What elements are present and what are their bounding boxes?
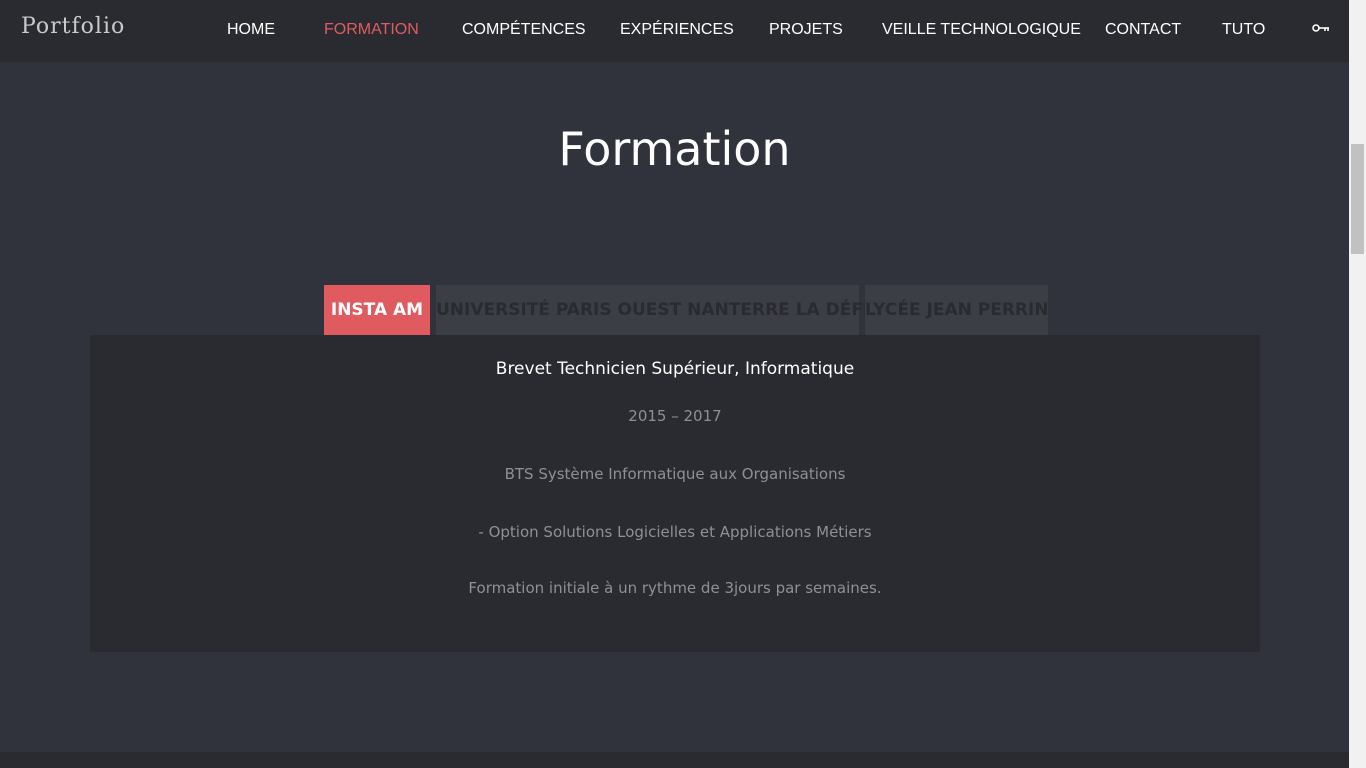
page-scrollbar[interactable] xyxy=(1349,0,1366,768)
nav-experiences[interactable]: EXPÉRIENCES xyxy=(620,21,734,39)
brand-logo[interactable]: Portfolio xyxy=(21,14,125,39)
tab-universite-paris-ouest[interactable]: UNIVERSITÉ PARIS OUEST NANTERRE LA DÉFEN… xyxy=(436,285,913,335)
tab-insta-am[interactable]: INSTA AM xyxy=(324,285,430,335)
nav-competences[interactable]: COMPÉTENCES xyxy=(462,21,586,39)
nav-veille-technologique[interactable]: VEILLE TECHNOLOGIQUE xyxy=(882,21,1081,39)
page-title: Formation xyxy=(558,122,791,176)
top-navbar: Portfolio HOME FORMATION COMPÉTENCES EXP… xyxy=(0,0,1349,62)
footer-strip xyxy=(0,752,1349,768)
scrollbar-thumb[interactable] xyxy=(1351,144,1364,254)
nav-formation[interactable]: FORMATION xyxy=(324,21,419,39)
formation-description-1: BTS Système Informatique aux Organisatio… xyxy=(504,465,846,483)
formation-heading: Brevet Technicien Supérieur, Informatiqu… xyxy=(495,359,855,379)
tab-lycee-jean-perrin[interactable]: LYCÉE JEAN PERRIN xyxy=(865,285,1049,335)
key-icon[interactable] xyxy=(1312,22,1332,36)
nav-contact[interactable]: CONTACT xyxy=(1105,21,1181,39)
nav-tuto[interactable]: TUTO xyxy=(1222,21,1265,39)
formation-description-3: Formation initiale à un rythme de 3jours… xyxy=(468,579,882,597)
nav-projets[interactable]: PROJETS xyxy=(769,21,843,39)
formation-dates: 2015 – 2017 xyxy=(628,407,722,425)
nav-home[interactable]: HOME xyxy=(227,21,275,39)
tab-content-panel: Brevet Technicien Supérieur, Informatiqu… xyxy=(90,335,1260,652)
formation-description-2: - Option Solutions Logicielles et Applic… xyxy=(478,523,872,541)
